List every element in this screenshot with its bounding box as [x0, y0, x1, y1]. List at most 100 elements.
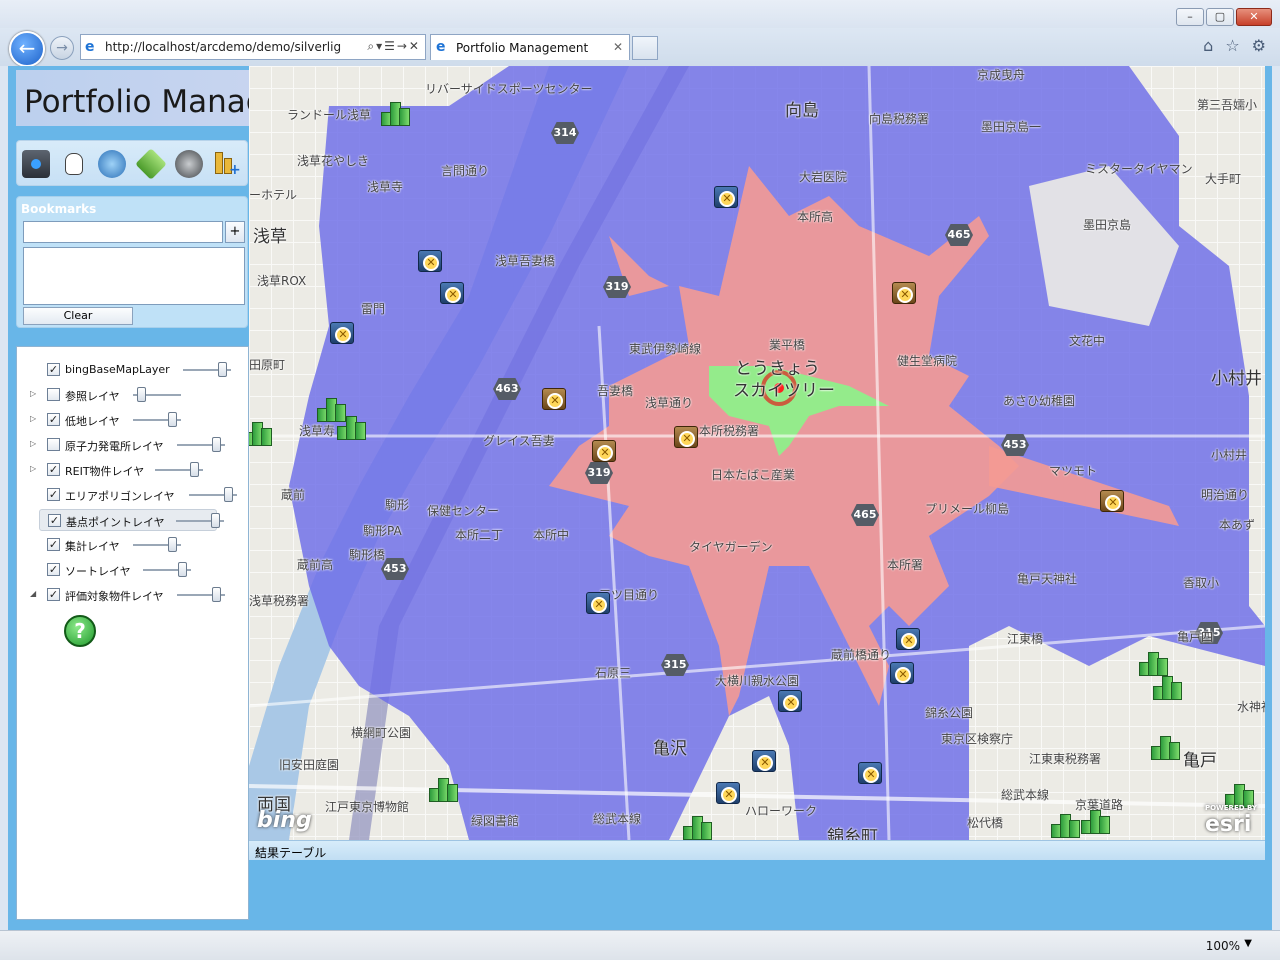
forward-button[interactable]: →: [50, 36, 74, 60]
layer-row[interactable]: ▷ 参照レイヤ: [17, 384, 247, 406]
address-url[interactable]: http://localhost/arcdemo/demo/silverlig: [105, 40, 341, 54]
layer-row[interactable]: ◢ ✓ 評価対象物件レイヤ: [17, 584, 247, 606]
layer-visibility-checkbox[interactable]: [47, 388, 60, 401]
map-label: 田原町: [249, 358, 286, 372]
expand-triangle-icon[interactable]: ▷: [30, 389, 36, 398]
property-marker[interactable]: ✕: [889, 278, 919, 308]
building-marker[interactable]: [681, 810, 713, 840]
opacity-slider-thumb[interactable]: [218, 362, 228, 377]
map-label: プリメール柳島: [925, 502, 1010, 516]
map-view[interactable]: 314 319 463 319 453 465 465 453 315 315 …: [249, 66, 1265, 840]
layer-row[interactable]: ▷ ✓ 低地レイヤ: [17, 409, 247, 431]
property-marker[interactable]: ✕: [775, 686, 805, 716]
opacity-slider-thumb[interactable]: [136, 387, 146, 402]
layer-visibility-checkbox[interactable]: ✓: [47, 563, 60, 576]
property-marker[interactable]: ✕: [711, 182, 741, 212]
property-marker[interactable]: ✕: [887, 658, 917, 688]
back-button[interactable]: ←: [9, 31, 45, 67]
pan-hand-icon[interactable]: [60, 150, 88, 178]
property-marker[interactable]: ✕: [327, 318, 357, 348]
layer-row[interactable]: ✓ ソートレイヤ: [17, 559, 247, 581]
expand-triangle-icon[interactable]: ▷: [30, 439, 36, 448]
new-tab-button[interactable]: [632, 36, 658, 60]
property-marker[interactable]: ✕: [1097, 486, 1127, 516]
close-button[interactable]: ✕: [1236, 8, 1272, 26]
building-marker[interactable]: [335, 410, 367, 440]
address-tools[interactable]: ⌕▾☰→✕: [367, 39, 421, 54]
layer-row[interactable]: ▷ 原子力発電所レイヤ: [17, 434, 247, 456]
address-bar[interactable]: e http://localhost/arcdemo/demo/silverli…: [80, 34, 426, 60]
expanded-triangle-icon[interactable]: ◢: [30, 589, 36, 598]
layer-visibility-checkbox[interactable]: ✓: [48, 514, 61, 527]
opacity-slider-thumb[interactable]: [224, 487, 234, 502]
opacity-slider-thumb[interactable]: [212, 587, 222, 602]
home-icon[interactable]: ⌂: [1203, 36, 1213, 55]
add-data-icon[interactable]: +: [212, 150, 241, 178]
layer-visibility-checkbox[interactable]: ✓: [47, 463, 60, 476]
property-marker[interactable]: ✕: [583, 588, 613, 618]
settings-gear-icon[interactable]: ⚙: [1252, 36, 1266, 55]
property-marker[interactable]: ✕: [855, 758, 885, 788]
property-marker[interactable]: ✕: [437, 278, 467, 308]
layer-name: ソートレイヤ: [65, 565, 131, 578]
property-marker[interactable]: ✕: [539, 384, 569, 414]
layer-visibility-checkbox[interactable]: ✓: [47, 588, 60, 601]
opacity-slider-thumb[interactable]: [212, 437, 222, 452]
building-marker[interactable]: [249, 416, 273, 446]
building-marker[interactable]: [1079, 804, 1111, 834]
chevron-left-icon[interactable]: ‹: [255, 843, 1259, 857]
clear-bookmarks-button[interactable]: Clear: [23, 307, 133, 325]
layer-row[interactable]: ✓ bingBaseMapLayer: [17, 359, 247, 381]
result-table-bar[interactable]: 結果テーブル ‹: [249, 840, 1265, 860]
opacity-slider-thumb[interactable]: [178, 562, 188, 577]
property-marker[interactable]: ✕: [589, 436, 619, 466]
map-label: 緑図書館: [471, 814, 520, 828]
opacity-slider-thumb[interactable]: [190, 462, 200, 477]
property-marker[interactable]: ✕: [671, 422, 701, 452]
bookmark-list[interactable]: [23, 247, 245, 305]
map-label: 江戸東京博物館: [325, 800, 410, 814]
map-label: 亀戸四: [1177, 630, 1214, 644]
help-icon[interactable]: ?: [64, 615, 96, 647]
browser-tab[interactable]: e Portfolio Management ✕: [430, 34, 630, 60]
bing-logo: bing: [257, 808, 312, 833]
zoom-level[interactable]: 100%: [1206, 939, 1240, 953]
layer-icon[interactable]: [135, 148, 167, 180]
layer-visibility-checkbox[interactable]: ✓: [47, 488, 60, 501]
map-label: 本所税務署: [699, 424, 760, 438]
opacity-slider-thumb[interactable]: [168, 412, 178, 427]
layer-visibility-checkbox[interactable]: [47, 438, 60, 451]
expand-triangle-icon[interactable]: ▷: [30, 464, 36, 473]
layer-visibility-checkbox[interactable]: ✓: [47, 538, 60, 551]
property-marker[interactable]: ✕: [749, 746, 779, 776]
minimize-button[interactable]: –: [1176, 8, 1204, 26]
favorites-icon[interactable]: ☆: [1225, 36, 1239, 55]
layer-row[interactable]: ✓ 集計レイヤ: [17, 534, 247, 556]
layer-row[interactable]: ✓ 基点ポイントレイヤ: [39, 509, 224, 531]
map-label: ーホテル: [249, 188, 298, 202]
opacity-slider-thumb[interactable]: [211, 513, 221, 528]
maximize-button[interactable]: ▢: [1206, 8, 1234, 26]
tab-close-icon[interactable]: ✕: [613, 40, 623, 54]
select-tool-icon[interactable]: [22, 150, 50, 178]
building-marker[interactable]: [379, 96, 411, 126]
property-marker[interactable]: ✕: [893, 624, 923, 654]
zoom-full-icon[interactable]: [98, 150, 126, 178]
layer-row[interactable]: ▷ ✓ REIT物件レイヤ: [17, 459, 247, 481]
property-marker[interactable]: ✕: [713, 778, 743, 808]
building-marker[interactable]: [427, 772, 459, 802]
chevron-down-icon[interactable]: ▼: [1244, 938, 1252, 949]
property-marker[interactable]: ✕: [415, 246, 445, 276]
map-label: 総武本線: [1001, 788, 1050, 802]
expand-triangle-icon[interactable]: ▷: [30, 414, 36, 423]
bookmark-name-input[interactable]: [23, 221, 223, 243]
layer-row[interactable]: ✓ エリアポリゴンレイヤ: [17, 484, 247, 506]
building-marker[interactable]: [1151, 670, 1183, 700]
building-marker[interactable]: [1049, 808, 1081, 838]
measure-icon[interactable]: [175, 150, 203, 178]
add-bookmark-button[interactable]: +: [225, 221, 245, 243]
layer-visibility-checkbox[interactable]: ✓: [47, 363, 60, 376]
layer-visibility-checkbox[interactable]: ✓: [47, 413, 60, 426]
building-marker[interactable]: [1149, 730, 1181, 760]
opacity-slider-thumb[interactable]: [168, 537, 178, 552]
